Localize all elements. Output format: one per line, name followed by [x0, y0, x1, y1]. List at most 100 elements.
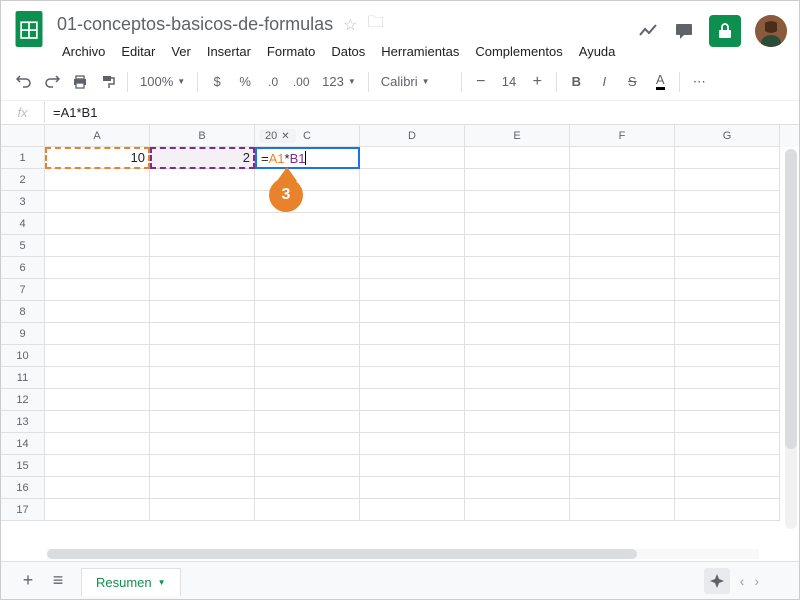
cell-A13[interactable] — [45, 411, 150, 433]
cell-A14[interactable] — [45, 433, 150, 455]
row-header-14[interactable]: 14 — [1, 433, 45, 455]
cell-D12[interactable] — [360, 389, 465, 411]
cell-G9[interactable] — [675, 323, 780, 345]
row-header-10[interactable]: 10 — [1, 345, 45, 367]
cell-E4[interactable] — [465, 213, 570, 235]
cell-B11[interactable] — [150, 367, 255, 389]
cell-C9[interactable] — [255, 323, 360, 345]
cell-G13[interactable] — [675, 411, 780, 433]
cell-F16[interactable] — [570, 477, 675, 499]
row-header-11[interactable]: 11 — [1, 367, 45, 389]
cell-C6[interactable] — [255, 257, 360, 279]
font-size-increase-icon[interactable]: + — [524, 69, 550, 95]
cell-D4[interactable] — [360, 213, 465, 235]
menu-insertar[interactable]: Insertar — [200, 40, 258, 63]
share-button[interactable] — [709, 15, 741, 47]
text-color-icon[interactable]: A — [647, 69, 673, 95]
user-avatar[interactable] — [755, 15, 787, 47]
cell-F9[interactable] — [570, 323, 675, 345]
cell-B15[interactable] — [150, 455, 255, 477]
row-header-12[interactable]: 12 — [1, 389, 45, 411]
all-sheets-icon[interactable]: ≡ — [43, 566, 73, 596]
folder-icon[interactable]: 🗀 — [367, 11, 383, 38]
row-header-15[interactable]: 15 — [1, 455, 45, 477]
cell-G11[interactable] — [675, 367, 780, 389]
cell-G12[interactable] — [675, 389, 780, 411]
spreadsheet-grid[interactable]: ABCDEFG 1102234567891011121314151617 20 … — [1, 125, 799, 557]
add-sheet-icon[interactable]: + — [13, 566, 43, 596]
cell-F3[interactable] — [570, 191, 675, 213]
cell-D10[interactable] — [360, 345, 465, 367]
comments-icon[interactable] — [673, 20, 695, 42]
cell-A10[interactable] — [45, 345, 150, 367]
menu-ver[interactable]: Ver — [164, 40, 198, 63]
redo-icon[interactable] — [39, 69, 65, 95]
font-size-input[interactable]: 14 — [496, 69, 522, 95]
horizontal-scrollbar[interactable] — [47, 549, 759, 559]
cell-E6[interactable] — [465, 257, 570, 279]
cell-C16[interactable] — [255, 477, 360, 499]
cell-F6[interactable] — [570, 257, 675, 279]
cell-C11[interactable] — [255, 367, 360, 389]
more-icon[interactable]: ⋯ — [686, 69, 712, 95]
cell-B5[interactable] — [150, 235, 255, 257]
menu-datos[interactable]: Datos — [324, 40, 372, 63]
column-header-G[interactable]: G — [675, 125, 780, 147]
cell-G10[interactable] — [675, 345, 780, 367]
cell-D14[interactable] — [360, 433, 465, 455]
cell-B16[interactable] — [150, 477, 255, 499]
cell-B6[interactable] — [150, 257, 255, 279]
cell-B14[interactable] — [150, 433, 255, 455]
menu-complementos[interactable]: Complementos — [468, 40, 569, 63]
document-title[interactable]: 01-conceptos-basicos-de-formulas — [57, 14, 333, 35]
cell-D9[interactable] — [360, 323, 465, 345]
zoom-select[interactable]: 100%▼ — [134, 69, 191, 95]
cell-E1[interactable] — [465, 147, 570, 169]
cell-A4[interactable] — [45, 213, 150, 235]
cell-B9[interactable] — [150, 323, 255, 345]
cell-F7[interactable] — [570, 279, 675, 301]
row-header-7[interactable]: 7 — [1, 279, 45, 301]
menu-ayuda[interactable]: Ayuda — [572, 40, 623, 63]
font-size-decrease-icon[interactable]: − — [468, 69, 494, 95]
cell-D6[interactable] — [360, 257, 465, 279]
cell-D11[interactable] — [360, 367, 465, 389]
cell-F15[interactable] — [570, 455, 675, 477]
strikethrough-icon[interactable]: S — [619, 69, 645, 95]
activity-icon[interactable] — [637, 20, 659, 42]
cell-E8[interactable] — [465, 301, 570, 323]
cell-F1[interactable] — [570, 147, 675, 169]
column-header-D[interactable]: D — [360, 125, 465, 147]
row-header-2[interactable]: 2 — [1, 169, 45, 191]
menu-formato[interactable]: Formato — [260, 40, 322, 63]
active-cell-c1[interactable]: =A1*B1 — [255, 147, 360, 169]
cell-A1[interactable]: 10 — [45, 147, 150, 169]
cell-B13[interactable] — [150, 411, 255, 433]
cell-E13[interactable] — [465, 411, 570, 433]
select-all-corner[interactable] — [1, 125, 45, 147]
row-header-6[interactable]: 6 — [1, 257, 45, 279]
cell-B1[interactable]: 2 — [150, 147, 255, 169]
cell-B3[interactable] — [150, 191, 255, 213]
cell-A16[interactable] — [45, 477, 150, 499]
row-header-13[interactable]: 13 — [1, 411, 45, 433]
cell-A3[interactable] — [45, 191, 150, 213]
cell-F12[interactable] — [570, 389, 675, 411]
cell-A9[interactable] — [45, 323, 150, 345]
row-header-3[interactable]: 3 — [1, 191, 45, 213]
cell-A11[interactable] — [45, 367, 150, 389]
cell-C15[interactable] — [255, 455, 360, 477]
italic-icon[interactable]: I — [591, 69, 617, 95]
cell-D1[interactable] — [360, 147, 465, 169]
cell-G8[interactable] — [675, 301, 780, 323]
cell-G3[interactable] — [675, 191, 780, 213]
cell-E2[interactable] — [465, 169, 570, 191]
vertical-scrollbar[interactable] — [785, 149, 797, 529]
increase-decimal-icon[interactable]: .00 — [288, 69, 314, 95]
cell-F17[interactable] — [570, 499, 675, 521]
column-header-E[interactable]: E — [465, 125, 570, 147]
cell-B17[interactable] — [150, 499, 255, 521]
menu-herramientas[interactable]: Herramientas — [374, 40, 466, 63]
cell-C5[interactable] — [255, 235, 360, 257]
cell-C13[interactable] — [255, 411, 360, 433]
